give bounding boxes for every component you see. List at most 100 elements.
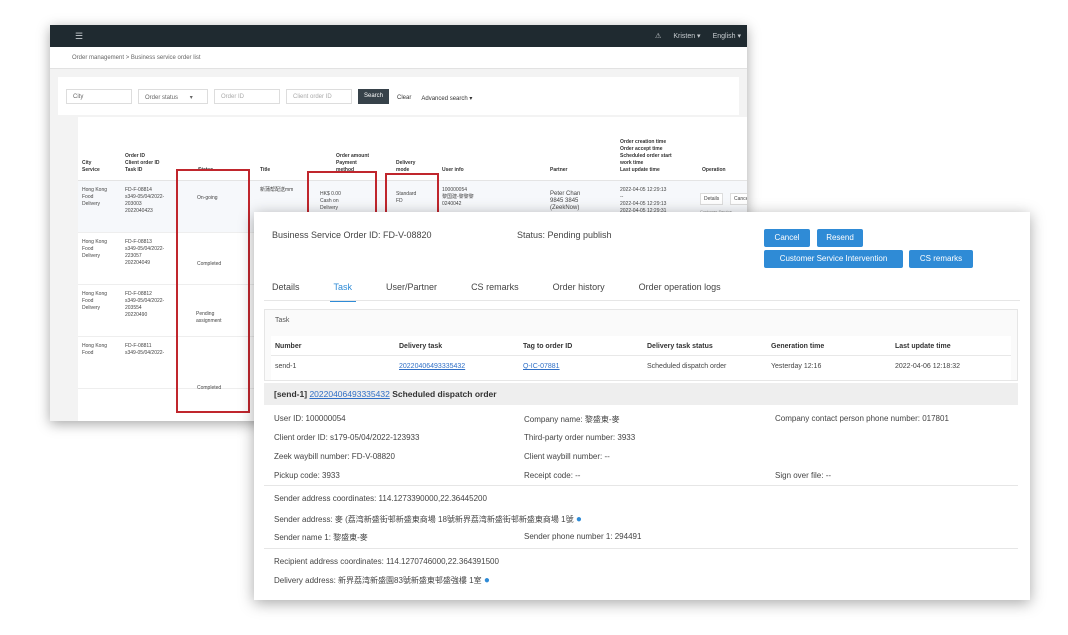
detail-tabs: Details Task User/Partner CS remarks Ord… bbox=[272, 282, 755, 302]
sender-address: Sender address: 麥 (荔湾新盛街邨新盛東商場 18號新界荔湾新盛… bbox=[274, 514, 582, 525]
row-title: 新蒲帮配送mm bbox=[260, 187, 294, 193]
row-times: 2022-04-05 12:29:13 -- 2022-04-05 12:29:… bbox=[620, 187, 667, 214]
generation-time: Yesterday 12:16 bbox=[771, 363, 822, 370]
tab-task[interactable]: Task bbox=[329, 282, 356, 302]
col-operation: Operation bbox=[702, 167, 726, 173]
user-id: User ID: 100000054 bbox=[274, 414, 346, 423]
language-menu[interactable]: English ▾ bbox=[713, 32, 741, 40]
task-panel-label: Task bbox=[275, 317, 290, 324]
advanced-search-button[interactable]: Advanced search ▾ bbox=[419, 91, 474, 102]
col-order-id: Order ID Client order ID Task ID bbox=[125, 153, 160, 173]
breadcrumb: Order management > Business service orde… bbox=[50, 47, 747, 69]
page-title: Business Service Order ID: FD-V-08820 bbox=[272, 230, 432, 240]
sign-over-file: Sign over file: -- bbox=[775, 471, 832, 480]
table-row: send-1 20220406493335432 Q-IC-07881 Sche… bbox=[271, 356, 1011, 380]
col-generation-time: Generation time bbox=[771, 343, 825, 350]
chevron-down-icon: ▾ bbox=[189, 94, 193, 101]
row-partner: Peter Chan 9845 3845 (ZeekNow) bbox=[550, 191, 581, 211]
tab-user-partner[interactable]: User/Partner bbox=[386, 282, 437, 302]
row-city: Hong Kong Food Delivery bbox=[82, 291, 108, 311]
resend-button[interactable]: Resend bbox=[817, 229, 863, 247]
zeek-waybill: Zeek waybill number: FD-V-08820 bbox=[274, 452, 395, 461]
top-bar-right: ⚠ Kristen ▾ English ▾ bbox=[655, 32, 741, 40]
menu-icon[interactable]: ☰ bbox=[75, 31, 83, 42]
row-city: Hong Kong Food bbox=[82, 343, 108, 356]
city-select[interactable]: City bbox=[66, 88, 132, 104]
tab-order-operation-logs[interactable]: Order operation logs bbox=[639, 282, 721, 302]
task-table-header: Number Delivery task Tag to order ID Del… bbox=[271, 336, 1011, 356]
task-table: Number Delivery task Tag to order ID Del… bbox=[271, 336, 1011, 380]
delivery-task-link[interactable]: 20220406493335432 bbox=[399, 363, 465, 370]
top-bar: ☰ ⚠ Kristen ▾ English ▾ bbox=[50, 25, 747, 47]
row-ids: FD-F-08814 s349-05/04/2022- 203003 20220… bbox=[125, 187, 165, 214]
client-order-id: Client order ID: s179-05/04/2022-123933 bbox=[274, 433, 420, 442]
col-user: User info bbox=[442, 167, 464, 173]
sender-phone: Sender phone number 1: 294491 bbox=[524, 532, 642, 541]
task-prefix: [send-1] bbox=[274, 389, 308, 399]
screenshot-stage: ☰ ⚠ Kristen ▾ English ▾ Order management… bbox=[0, 0, 1068, 635]
col-tag-order-id: Tag to order ID bbox=[523, 343, 573, 350]
sender-name: Sender name 1: 黎盛東-麥 bbox=[274, 533, 368, 542]
receipt-code: Receipt code: -- bbox=[524, 471, 581, 480]
customer-service-intervention-button[interactable]: Customer Service Intervention bbox=[764, 250, 903, 268]
status-highlight-box bbox=[176, 169, 250, 413]
pickup-code: Pickup code: 3933 bbox=[274, 471, 340, 480]
col-delivery: Delivery mode bbox=[396, 160, 416, 173]
sender-coordinates: Sender address coordinates: 114.12733900… bbox=[274, 494, 487, 503]
recipient-coordinates: Recipient address coordinates: 114.12707… bbox=[274, 557, 499, 566]
task-detail-header: [send-1] 20220406493335432 Scheduled dis… bbox=[264, 383, 1018, 405]
delivery-highlight-box bbox=[385, 173, 439, 215]
map-pin-icon[interactable]: ● bbox=[484, 575, 490, 586]
row-city: Hong Kong Food Delivery bbox=[82, 187, 108, 207]
col-times: Order creation time Order accept time Sc… bbox=[620, 139, 672, 173]
col-title: Title bbox=[260, 167, 271, 173]
col-partner: Partner bbox=[550, 167, 568, 173]
cancel-row-button[interactable]: Cancel bbox=[730, 193, 747, 205]
search-button[interactable]: Search bbox=[358, 88, 390, 104]
client-order-id-input[interactable]: Client order ID bbox=[286, 88, 352, 104]
tab-details[interactable]: Details bbox=[272, 282, 300, 302]
tab-cs-remarks[interactable]: CS remarks bbox=[471, 282, 519, 302]
row-ids: FD-F-08812 s349-05/04/2022- 203554 20220… bbox=[125, 291, 165, 318]
third-party-order: Third-party order number: 3933 bbox=[524, 433, 636, 442]
task-number: send-1 bbox=[275, 363, 297, 370]
row-ids: FD-F-08813 s349-05/04/2022- 223057 20220… bbox=[125, 239, 165, 266]
cs-remarks-button[interactable]: CS remarks bbox=[909, 250, 973, 268]
cancel-button[interactable]: Cancel bbox=[764, 229, 810, 247]
company-name: Company name: 黎盛東-麥 bbox=[524, 415, 620, 424]
order-detail-window: Business Service Order ID: FD-V-08820 St… bbox=[254, 212, 1030, 600]
section-divider bbox=[264, 548, 1018, 549]
col-delivery-task: Delivery task bbox=[399, 343, 443, 350]
task-suffix: Scheduled dispatch order bbox=[392, 389, 497, 399]
col-city: City Service bbox=[82, 160, 100, 173]
task-panel: Task Number Delivery task Tag to order I… bbox=[264, 309, 1018, 381]
delivery-address-text: Delivery address: 新界荔湾新盛園83號新盛東邨盛強樓 1室 bbox=[274, 576, 482, 585]
clear-button[interactable]: Clear bbox=[395, 91, 413, 101]
col-last-update: Last update time bbox=[895, 343, 951, 350]
col-number: Number bbox=[275, 343, 302, 350]
client-waybill: Client waybill number: -- bbox=[524, 452, 610, 461]
task-detail-link[interactable]: 20220406493335432 bbox=[309, 389, 389, 399]
delivery-address: Delivery address: 新界荔湾新盛園83號新盛東邨盛強樓 1室 ● bbox=[274, 575, 490, 586]
row-user: 100000054 黎国建-黎黎黎 0240042 bbox=[442, 187, 474, 207]
map-pin-icon[interactable]: ● bbox=[576, 514, 582, 525]
tab-order-history[interactable]: Order history bbox=[553, 282, 605, 302]
task-status: Scheduled dispatch order bbox=[647, 363, 727, 370]
row-ids: FD-F-08811 s349-05/04/2022- bbox=[125, 343, 165, 356]
sender-address-text: Sender address: 麥 (荔湾新盛街邨新盛東商場 18號新界荔湾新盛… bbox=[274, 515, 574, 524]
tag-order-link[interactable]: Q-IC-07881 bbox=[523, 363, 560, 370]
user-menu[interactable]: Kristen ▾ bbox=[673, 32, 700, 40]
status-text: Status: Pending publish bbox=[517, 230, 612, 240]
order-id-input[interactable]: Order ID bbox=[214, 88, 280, 104]
section-divider bbox=[264, 485, 1018, 486]
details-button[interactable]: Details bbox=[700, 193, 724, 205]
notification-icon[interactable]: ⚠ bbox=[655, 32, 661, 40]
order-status-label: Order status bbox=[145, 94, 179, 101]
order-status-select[interactable]: Order status ▾ bbox=[138, 88, 208, 104]
col-task-status: Delivery task status bbox=[647, 343, 713, 350]
last-update-time: 2022-04-06 12:18:32 bbox=[895, 363, 960, 370]
row-city: Hong Kong Food Delivery bbox=[82, 239, 108, 259]
company-phone: Company contact person phone number: 017… bbox=[775, 414, 949, 423]
tab-divider bbox=[264, 300, 1020, 301]
search-row: City Order status ▾ Order ID Client orde… bbox=[58, 77, 739, 115]
